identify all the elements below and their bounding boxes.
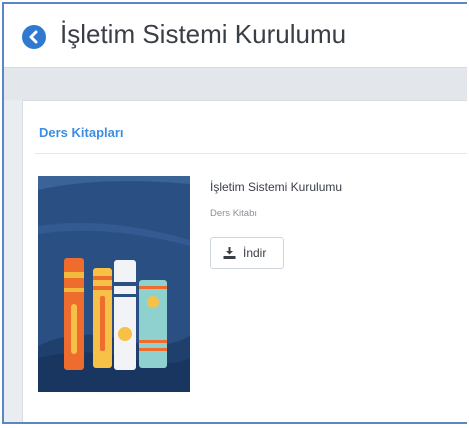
- back-button[interactable]: [22, 25, 46, 49]
- book-name[interactable]: İşletim Sistemi Kurulumu: [210, 180, 342, 194]
- toolbar-band: [4, 68, 467, 100]
- book-cover[interactable]: [38, 176, 194, 396]
- section-title: Ders Kitapları: [39, 125, 124, 140]
- download-button[interactable]: İndir: [210, 237, 284, 269]
- content-card: Ders Kitapları İşletim Sistemi Kurulumu …: [22, 100, 467, 422]
- download-icon: [223, 247, 236, 259]
- chevron-left-icon: [29, 30, 38, 44]
- download-label: İndir: [243, 246, 267, 260]
- page-header: İşletim Sistemi Kurulumu: [4, 4, 467, 68]
- page-title: İşletim Sistemi Kurulumu: [60, 19, 347, 49]
- books-illustration-icon: [38, 176, 190, 392]
- app-frame: İşletim Sistemi Kurulumu Ders Kitapları: [2, 2, 467, 424]
- book-type: Ders Kitabı: [210, 208, 257, 219]
- divider: [35, 153, 467, 154]
